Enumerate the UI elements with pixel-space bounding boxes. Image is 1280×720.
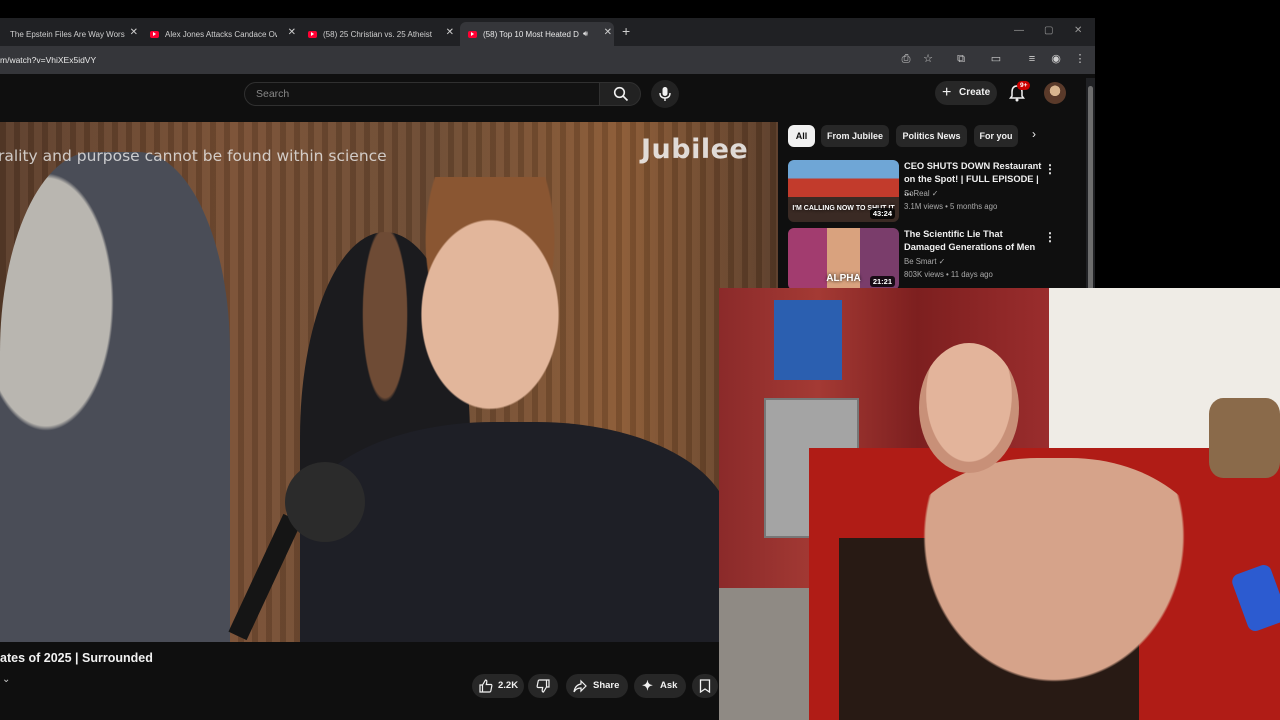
notification-badge: 9+ <box>1017 81 1031 90</box>
avatar[interactable] <box>1044 82 1066 104</box>
plus-icon: + <box>942 84 952 101</box>
extensions-icon[interactable]: ⧉ <box>954 52 968 66</box>
browser-tab-active[interactable]: (58) Top 10 Most Heated De 🔊︎ ✕ <box>460 22 614 46</box>
recommendation-meta: 803K views • 11 days ago <box>904 270 993 279</box>
recommendation-item[interactable]: I'M CALLING NOW TO SHUT IT 43:24 CEO SHU… <box>788 160 1088 222</box>
tab-strip: The Epstein Files Are Way Wors ✕ Alex Jo… <box>0 18 1095 46</box>
share-icon <box>573 679 587 693</box>
duration-badge: 43:24 <box>869 208 895 219</box>
dislike-icon <box>536 679 550 693</box>
new-tab-icon[interactable]: + <box>622 23 630 39</box>
save-icon <box>699 679 711 693</box>
channel-watermark: Jubilee <box>641 134 749 165</box>
youtube-favicon-icon <box>308 30 317 38</box>
verified-icon: ✓ <box>931 189 939 198</box>
browser-tab[interactable]: (58) 25 Christian vs. 25 Atheist ✕ <box>308 22 456 46</box>
youtube-favicon-icon <box>150 30 159 38</box>
like-icon <box>479 679 493 693</box>
tab-title: Alex Jones Attacks Candace Ow <box>165 29 277 39</box>
tab-title: (58) Top 10 Most Heated De <box>483 29 579 39</box>
chip-for-you[interactable]: For you <box>974 125 1018 147</box>
speaker-icon[interactable]: 🔊︎ <box>583 29 588 39</box>
chip-from-jubilee[interactable]: From Jubilee <box>821 125 889 147</box>
microphone-image <box>285 462 365 542</box>
tab-title: The Epstein Files Are Way Wors <box>10 29 125 39</box>
maximize-icon[interactable]: ▢ <box>1044 25 1053 36</box>
recommendation-channel[interactable]: SoReal ✓ <box>904 189 938 198</box>
install-app-icon[interactable]: ⎙ <box>899 52 913 66</box>
close-tab-icon[interactable]: ✕ <box>604 27 612 38</box>
channel-name: Be Smart <box>904 257 937 266</box>
browser-toolbar: m/watch?v=VhiXEx5idVY ⎙ ☆ ⧉ ▭ ≡ ◉ ⋮ <box>0 46 1095 74</box>
chip-all[interactable]: All <box>788 125 815 147</box>
video-thumbnail[interactable]: I'M CALLING NOW TO SHUT IT 43:24 <box>788 160 899 222</box>
ask-label: Ask <box>660 680 678 691</box>
more-options-icon[interactable]: ⋮ <box>1044 162 1056 176</box>
streamer-image <box>889 458 1219 720</box>
voice-search-button[interactable] <box>651 80 679 108</box>
youtube-masthead: Search + Create 9+ <box>0 74 1095 122</box>
ask-button[interactable]: ✦ Ask <box>634 674 686 698</box>
address-bar[interactable]: m/watch?v=VhiXEx5idVY <box>0 55 96 65</box>
media-control-icon[interactable]: ≡ <box>1025 52 1039 66</box>
mic-icon <box>659 87 671 101</box>
close-tab-icon[interactable]: ✕ <box>288 27 296 38</box>
minimize-icon[interactable]: — <box>1014 25 1024 36</box>
chip-politics-news[interactable]: Politics News <box>896 125 967 147</box>
search-input[interactable]: Search <box>244 82 600 106</box>
webcam-overlay <box>719 288 1280 720</box>
tab-search-icon[interactable]: ▭ <box>989 52 1003 66</box>
close-tab-icon[interactable]: ✕ <box>446 27 454 38</box>
search-button[interactable] <box>599 82 641 106</box>
more-options-icon[interactable]: ⋮ <box>1044 230 1056 244</box>
video-title: ates of 2025 | Surrounded <box>0 651 153 665</box>
chevron-down-icon[interactable]: ⌄ <box>2 674 10 685</box>
browser-tab[interactable]: Alex Jones Attacks Candace Ow ✕ <box>150 22 298 46</box>
search-icon <box>613 86 629 102</box>
video-player[interactable]: rality and purpose cannot be found withi… <box>0 122 778 642</box>
create-label: Create <box>959 87 991 98</box>
video-thumbnail[interactable]: ALPHA 21:21 <box>788 228 899 290</box>
recommendation-meta: 3.1M views • 5 months ago <box>904 202 998 211</box>
like-button[interactable]: 2.2K <box>472 674 524 698</box>
duration-badge: 21:21 <box>869 276 895 287</box>
profile-icon[interactable]: ◉ <box>1049 52 1063 66</box>
recommendation-channel[interactable]: Be Smart ✓ <box>904 257 945 266</box>
share-label: Share <box>593 680 620 691</box>
close-tab-icon[interactable]: ✕ <box>130 27 138 38</box>
like-count: 2.2K <box>498 680 519 691</box>
youtube-favicon-icon <box>468 30 477 38</box>
recommendation-item[interactable]: ALPHA 21:21 The Scientific Lie That Dama… <box>788 228 1088 290</box>
sparkle-icon: ✦ <box>642 678 653 693</box>
close-window-icon[interactable]: ✕ <box>1074 25 1082 36</box>
dislike-button[interactable] <box>528 674 558 698</box>
bookmark-star-icon[interactable]: ☆ <box>921 52 935 66</box>
scrollbar-thumb[interactable] <box>1088 86 1093 306</box>
box-image <box>774 300 842 380</box>
recommendation-title[interactable]: The Scientific Lie That Damaged Generati… <box>904 228 1044 254</box>
tab-title: (58) 25 Christian vs. 25 Atheist <box>323 29 432 39</box>
create-button[interactable]: + Create <box>935 81 997 105</box>
save-button[interactable] <box>692 674 718 698</box>
menu-kebab-icon[interactable]: ⋮ <box>1073 52 1087 66</box>
channel-name: SoReal <box>904 189 930 198</box>
chevron-right-icon[interactable]: › <box>1032 127 1036 141</box>
video-caption: rality and purpose cannot be found withi… <box>0 147 387 165</box>
share-button[interactable]: Share <box>566 674 628 698</box>
verified-icon: ✓ <box>938 257 946 266</box>
browser-tab[interactable]: The Epstein Files Are Way Wors ✕ <box>0 22 140 46</box>
